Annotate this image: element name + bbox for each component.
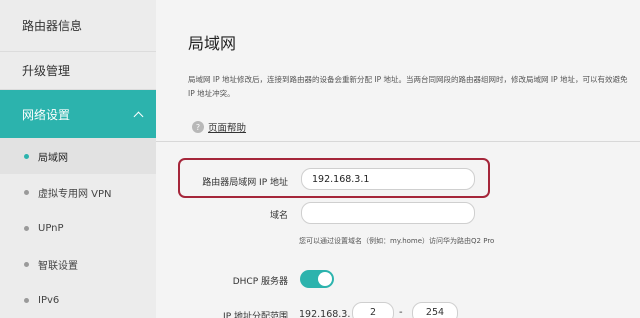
sidebar-subitem-ipv6[interactable]: IPv6: [0, 282, 156, 318]
sidebar-subitem-upnp[interactable]: UPnP: [0, 210, 156, 246]
nav-item-network-settings[interactable]: 网络设置: [0, 90, 156, 138]
domain-label: 域名: [269, 211, 288, 221]
bullet-icon: [24, 297, 29, 303]
divider: [156, 141, 640, 142]
ip-range-dash: -: [399, 307, 403, 318]
help-link-label: 页面帮助: [208, 123, 247, 134]
page-title: 局域网: [188, 34, 237, 53]
bullet-icon: [24, 261, 29, 267]
nav-item-router-info[interactable]: 路由器信息: [0, 0, 156, 52]
bullet-icon: [24, 189, 29, 195]
sidebar-subitem-smart-link[interactable]: 智联设置: [0, 246, 156, 282]
subitem-label: 虚拟专用网 VPN: [38, 188, 112, 200]
ip-range-start-input[interactable]: 2: [352, 302, 394, 318]
ip-range-end-input[interactable]: 254: [412, 302, 458, 318]
nav-item-label: 升级管理: [22, 64, 71, 78]
nav-item-label: 路由器信息: [22, 19, 83, 33]
chevron-up-icon: [133, 111, 144, 122]
lan-ip-input[interactable]: [301, 168, 475, 190]
sidebar: 路由器信息 升级管理 网络设置 局域网 虚拟专用网 VPN UPnP 智联设置 …: [0, 0, 156, 318]
bullet-icon: [24, 153, 29, 159]
main-panel: 局域网 局域网 IP 地址修改后，连接到路由器的设备会重新分配 IP 地址。当两…: [156, 0, 640, 318]
subitem-label: IPv6: [38, 294, 60, 306]
ip-range-prefix: 192.168.3.: [299, 309, 351, 318]
dhcp-label: DHCP 服务器: [232, 277, 288, 287]
ip-range-label: IP 地址分配范围: [223, 312, 288, 318]
dhcp-toggle[interactable]: [300, 270, 334, 288]
nav-item-upgrade[interactable]: 升级管理: [0, 52, 156, 90]
subitem-label: 局域网: [38, 152, 68, 164]
bullet-icon: [24, 225, 29, 231]
page-description: 局域网 IP 地址修改后，连接到路由器的设备会重新分配 IP 地址。当两台同网段…: [188, 75, 628, 98]
nav-item-label: 网络设置: [22, 107, 71, 122]
domain-hint: 您可以通过设置域名（例如：my.home）访问华为路由Q2 Pro: [299, 237, 495, 245]
subitem-label: UPnP: [38, 222, 64, 234]
domain-input[interactable]: [301, 202, 475, 224]
subitem-label: 智联设置: [38, 260, 78, 272]
help-link[interactable]: ? 页面帮助: [192, 120, 246, 134]
lan-ip-label: 路由器局域网 IP 地址: [202, 178, 288, 188]
help-icon: ?: [192, 121, 204, 133]
toggle-knob: [318, 272, 332, 286]
sidebar-subitem-lan[interactable]: 局域网: [0, 138, 156, 174]
sidebar-subitem-vpn[interactable]: 虚拟专用网 VPN: [0, 174, 156, 210]
